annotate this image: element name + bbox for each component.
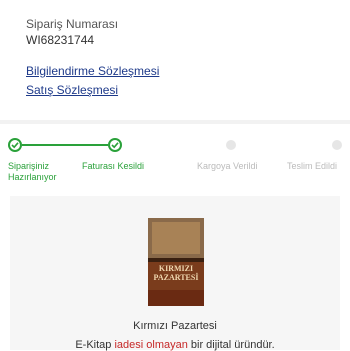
step-1-check-icon — [8, 138, 22, 152]
order-number-value: WI68231744 — [26, 33, 95, 47]
cover-bottom — [148, 290, 204, 306]
step-2-check-icon — [108, 138, 122, 152]
book-title: Kırmızı Pazartesi — [133, 320, 217, 332]
cover-title: KIRMIZI PAZARTESİ — [153, 264, 199, 282]
info-agreement-link[interactable]: Bilgilendirme Sözleşmesi — [26, 64, 159, 78]
cover-band — [148, 258, 204, 262]
order-status-tracker: Siparişiniz Hazırlanıyor Faturası Kesild… — [0, 124, 350, 192]
cover-artwork — [152, 222, 200, 254]
product-card: KIRMIZI PAZARTESİ Kırmızı Pazartesi E-Ki… — [10, 196, 340, 351]
non-refundable-note: E-Kitap iadesi olmayan bir dijital üründ… — [10, 339, 340, 351]
step-1-label-line1: Siparişiniz — [8, 161, 50, 171]
order-info-card: Sipariş Numarası WI68231744 Bilgilendirm… — [0, 0, 350, 118]
step-4-label: Teslim Edildi — [287, 161, 338, 171]
step-3-label: Kargoya Verildi — [197, 161, 258, 171]
book-cover-image[interactable]: KIRMIZI PAZARTESİ — [148, 218, 204, 306]
note-prefix: E-Kitap — [75, 339, 115, 351]
step-1-label: Siparişiniz Hazırlanıyor — [8, 161, 78, 183]
note-highlight: iadesi olmayan — [114, 339, 188, 351]
sales-agreement-link[interactable]: Satış Sözleşmesi — [26, 83, 118, 97]
step-progress-line — [22, 144, 108, 146]
order-number-label: Sipariş Numarası — [26, 17, 119, 31]
note-suffix: bir dijital üründür. — [187, 339, 275, 351]
step-2-label: Faturası Kesildi — [82, 161, 145, 171]
step-1-label-line2: Hazırlanıyor — [8, 172, 57, 182]
step-4-dot — [332, 140, 342, 150]
step-3-dot — [226, 140, 236, 150]
